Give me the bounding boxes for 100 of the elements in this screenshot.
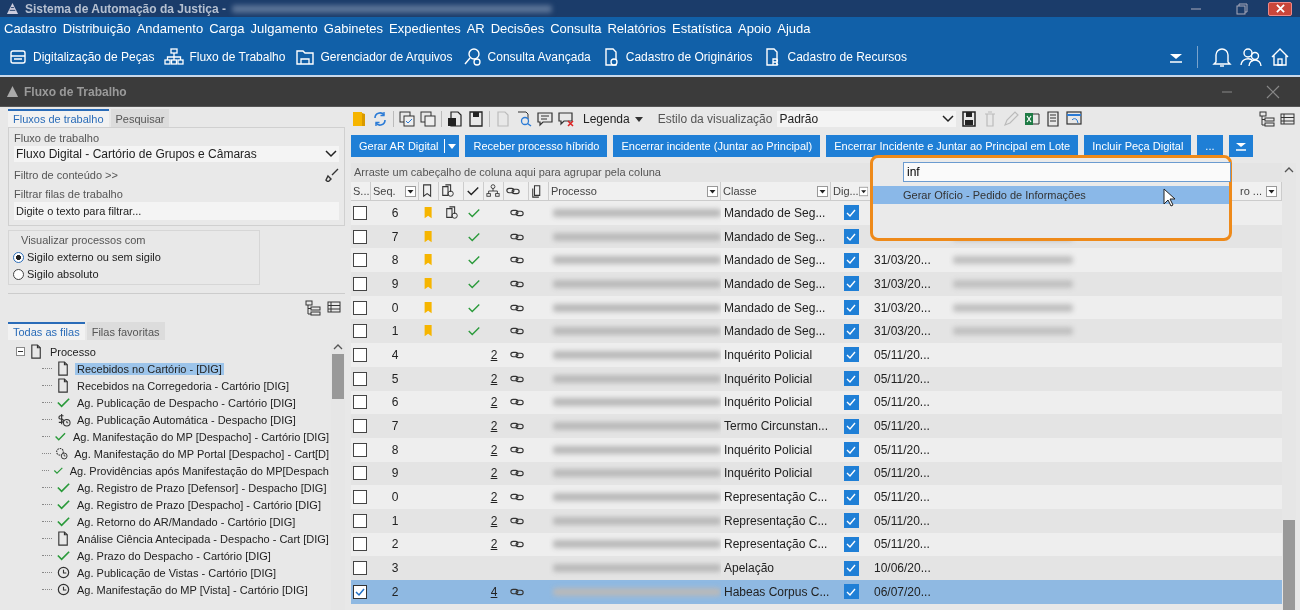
menu-item[interactable]: Decisões — [488, 20, 549, 36]
tree-item[interactable]: Ag. Publicação Automática - Despacho [DIG] — [75, 413, 298, 426]
row-checkbox[interactable] — [353, 276, 367, 291]
tree-item[interactable]: Ag. Manifestação do MP [Vista] - Cartório [DIG] — [75, 583, 310, 596]
count-link[interactable]: 2 — [490, 466, 498, 481]
tree-item[interactable]: Ag. Manifestação do MP Portal [Despacho] - Cart[D] — [72, 447, 331, 460]
scroll-thumb[interactable] — [1283, 520, 1295, 610]
column-header[interactable] — [529, 182, 549, 200]
table-row[interactable]: 8 2 Inquérito Policial 05/11/20... — [351, 437, 1282, 462]
table-row[interactable]: 9 2 Inquérito Policial 05/11/20... — [351, 461, 1282, 486]
row-checkbox[interactable] — [353, 466, 367, 481]
tab[interactable]: Todas as filas — [8, 322, 85, 340]
action-button[interactable]: Encerrar incidente (Juntar ao Principal) — [613, 135, 821, 157]
row-checkbox[interactable] — [353, 513, 367, 528]
tree-item[interactable]: Ag. Registro de Prazo [Despacho] - Cartório [DIG] — [75, 498, 323, 511]
count-link[interactable]: 2 — [490, 490, 498, 505]
row-checkbox[interactable] — [353, 229, 367, 244]
scroll-thumb[interactable] — [332, 354, 344, 399]
search-input[interactable]: inf — [903, 162, 1231, 182]
count-link[interactable]: 2 — [490, 419, 498, 434]
table-row[interactable]: 2 4 Habeas Corpus C... 06/07/20... — [351, 580, 1282, 604]
action-button[interactable]: Encerrar Incidente e Juntar ao Principal em Lote — [826, 135, 1079, 157]
tree-item[interactable]: Ag. Prazo do Despacho - Cartório [DIG] — [75, 549, 273, 562]
column-header[interactable]: Seq. — [371, 182, 419, 200]
table-row[interactable]: 1 2 Representação C... 05/11/20... — [351, 508, 1282, 533]
menu-item[interactable]: Distribuição — [60, 20, 135, 36]
table-row[interactable]: 0 Mandado de Seg... 31/03/20... — [351, 295, 1282, 320]
row-checkbox[interactable] — [353, 419, 367, 434]
tree-item[interactable]: Ag. Providências após Manifestação do MP[Despach — [67, 464, 331, 477]
toolbar-button[interactable]: Cadastro de Recursos — [760, 47, 915, 67]
menu-item[interactable]: Relatórios — [605, 20, 670, 36]
tree-item[interactable]: Ag. Publicação de Despacho - Cartório [DIG] — [75, 396, 298, 409]
table-row[interactable]: 1 Mandado de Seg... 31/03/20... — [351, 319, 1282, 344]
row-checkbox[interactable] — [353, 561, 367, 576]
menu-item[interactable]: Julgamento — [248, 20, 322, 36]
menu-item[interactable]: Ajuda — [775, 20, 815, 36]
tree-item[interactable]: Recebidos no Cartório - [DIG] — [75, 362, 224, 375]
menu-item[interactable]: AR — [464, 20, 489, 36]
menu-item[interactable]: Gabinetes — [321, 20, 388, 36]
count-link[interactable]: 2 — [490, 347, 498, 362]
view-style-dropdown[interactable]: Padrão — [777, 111, 957, 127]
radio-button[interactable] — [13, 268, 24, 280]
tree-item[interactable]: Ag. Publicação de Vistas - Cartório [DIG] — [75, 566, 279, 579]
menu-item[interactable]: Andamento — [134, 20, 208, 36]
collapse-icon[interactable] — [16, 347, 25, 356]
count-link[interactable]: 2 — [490, 442, 498, 457]
count-link[interactable]: 2 — [490, 513, 498, 528]
tab[interactable]: Filas favoritas — [86, 322, 165, 340]
table-row[interactable]: 4 2 Inquérito Policial 05/11/20... — [351, 343, 1282, 367]
toolbar-button[interactable]: Digitalização de Peças — [6, 47, 163, 67]
column-header[interactable] — [504, 182, 529, 200]
column-header[interactable] — [464, 182, 484, 200]
action-button[interactable]: Receber processo híbrido — [465, 135, 608, 157]
menu-item[interactable]: Carga — [207, 20, 249, 36]
tab[interactable]: Fluxos de trabalho — [8, 109, 109, 127]
row-checkbox[interactable] — [353, 205, 367, 220]
tree-item[interactable]: Análise Ciência Antecipada - Despacho - Cart [DIG] — [75, 532, 331, 545]
row-checkbox[interactable] — [353, 324, 367, 339]
tree-item[interactable]: Ag. Manifestação do MP [Despacho] - Cartório [DIG] — [71, 430, 331, 443]
row-checkbox[interactable] — [353, 537, 367, 552]
row-checkbox[interactable] — [353, 442, 367, 457]
content-filter-link[interactable]: Filtro de conteúdo >> — [14, 169, 118, 181]
toolbar-button[interactable]: Cadastro de Originários — [598, 47, 761, 67]
toolbar-button[interactable]: Fluxo de Trabalho — [162, 47, 294, 67]
tree-item[interactable]: Processo — [48, 345, 98, 358]
row-checkbox[interactable] — [353, 490, 367, 505]
table-row[interactable]: 0 2 Representação C... 05/11/20... — [351, 485, 1282, 509]
table-row[interactable]: 8 Mandado de Seg... 31/03/20... — [351, 248, 1282, 273]
action-button[interactable]: Gerar AR Digital — [351, 135, 460, 157]
menu-item[interactable]: Apoio — [736, 20, 776, 36]
menu-item[interactable]: Expedientes — [387, 20, 465, 36]
count-link[interactable]: 4 — [490, 584, 498, 599]
column-header[interactable]: Classe — [721, 182, 831, 200]
table-row[interactable]: 9 Mandado de Seg... 31/03/20... — [351, 272, 1282, 296]
row-checkbox[interactable] — [353, 395, 367, 410]
count-link[interactable]: 2 — [490, 371, 498, 386]
toolbar-button[interactable]: Gerenciador de Arquivos — [293, 47, 461, 67]
row-checkbox[interactable] — [353, 371, 367, 386]
tree-item[interactable]: Ag. Retorno do AR/Mandado - Cartório [DIG] — [75, 515, 298, 528]
row-checkbox[interactable] — [353, 584, 367, 599]
count-link[interactable]: 2 — [490, 537, 498, 552]
tab[interactable]: Pesquisar — [110, 109, 170, 127]
row-checkbox[interactable] — [353, 300, 367, 315]
column-header[interactable]: Processo — [549, 182, 721, 200]
menu-item[interactable]: Estatística — [670, 20, 736, 36]
table-row[interactable]: 2 2 Representação C... 05/11/20... — [351, 532, 1282, 557]
tree-item[interactable]: Ag. Registro de Prazo [Defensor] - Despacho [DIG] — [75, 481, 329, 494]
workflow-dropdown[interactable]: Fluxo Digital - Cartório de Grupos e Câmaras — [14, 146, 339, 162]
table-row[interactable]: 3 Apelação 10/06/20... — [351, 556, 1282, 580]
tree-item[interactable]: Recebidos na Corregedoria - Cartório [DIG] — [75, 379, 292, 392]
action-button[interactable]: Incluir Peça Digital — [1084, 135, 1192, 157]
radio-label[interactable]: Sigilo absoluto — [27, 268, 99, 280]
filter-button[interactable] — [1228, 135, 1253, 157]
radio-button[interactable] — [13, 251, 24, 263]
menu-item[interactable]: Consulta — [548, 20, 606, 36]
column-header[interactable]: S... — [351, 182, 371, 200]
table-row[interactable]: 6 2 Inquérito Policial 05/11/20... — [351, 390, 1282, 415]
column-header[interactable] — [484, 182, 504, 200]
action-button[interactable]: ... — [1197, 135, 1223, 157]
menu-item[interactable]: Cadastro — [2, 20, 61, 36]
